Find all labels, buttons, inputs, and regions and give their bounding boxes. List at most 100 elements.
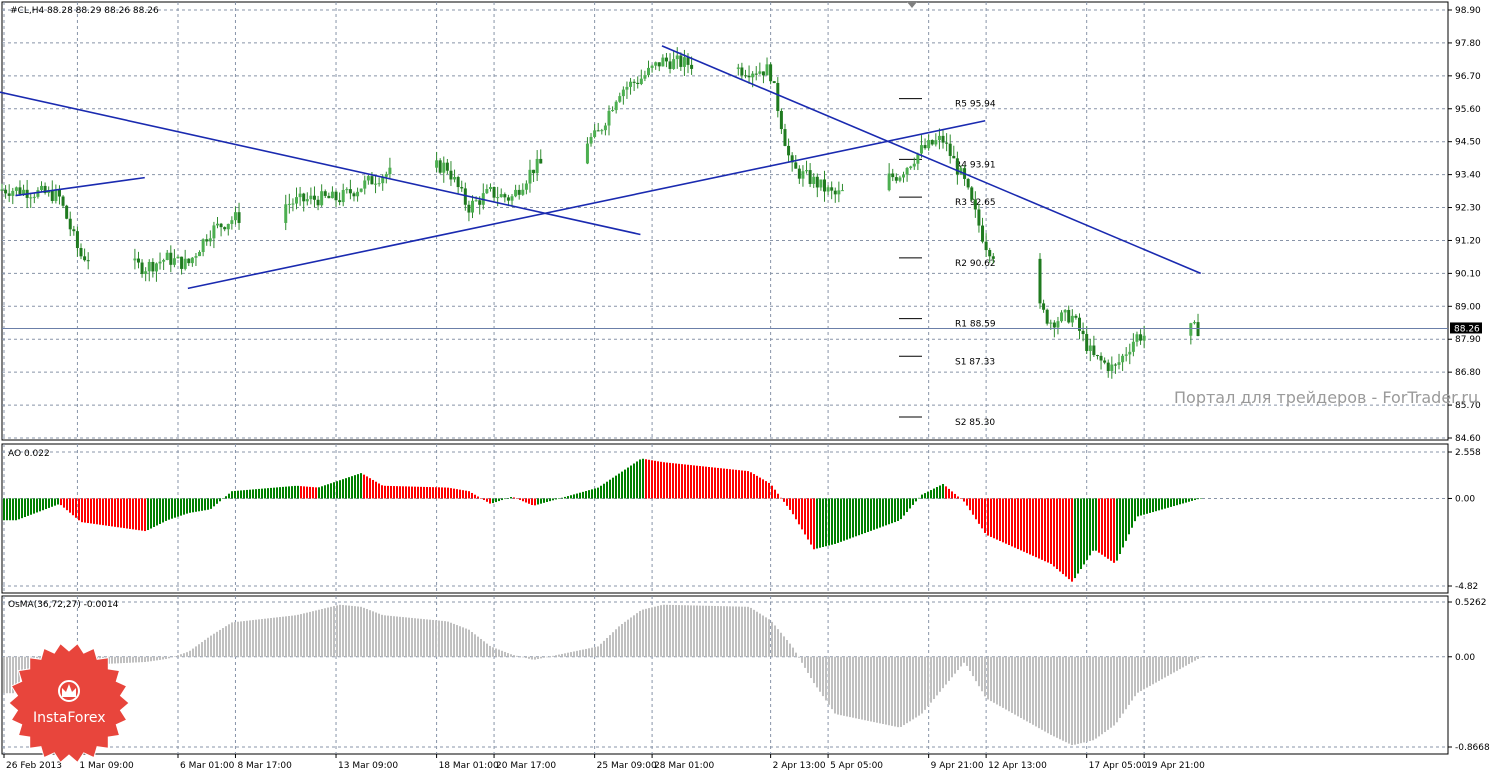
candle-body xyxy=(758,71,762,74)
ao-bar xyxy=(672,463,674,499)
osma-title: OsMA(36,72,27) -0.0014 xyxy=(8,600,119,610)
candle-body xyxy=(1121,355,1125,363)
candle-body xyxy=(769,64,773,82)
osma-bar xyxy=(477,636,479,657)
ao-bar xyxy=(78,498,80,521)
candle-body xyxy=(198,252,202,257)
ao-bar xyxy=(933,488,935,499)
osma-bar xyxy=(714,605,716,657)
osma-bar xyxy=(489,645,491,657)
osma-bar xyxy=(708,605,710,657)
ao-bar xyxy=(372,479,374,499)
ao-bar xyxy=(135,498,137,530)
ao-bar xyxy=(621,471,623,499)
candle-body xyxy=(1192,322,1196,324)
ao-bar xyxy=(324,485,326,499)
osma-bar xyxy=(1122,656,1124,714)
ao-bar xyxy=(156,498,158,526)
candle-body xyxy=(136,258,140,263)
ao-bar xyxy=(849,498,851,539)
candle-body xyxy=(679,55,683,67)
osma-bar xyxy=(1074,656,1076,745)
osma-bar xyxy=(669,604,671,657)
osma-bar xyxy=(312,611,314,657)
osma-bar xyxy=(1002,656,1004,708)
ao-bar xyxy=(957,496,959,499)
ao-bar xyxy=(96,498,98,525)
candle-body xyxy=(682,57,686,67)
candle-body xyxy=(503,194,507,198)
osma-bar xyxy=(900,656,902,727)
ao-bar xyxy=(600,485,602,499)
candle-body xyxy=(930,140,934,145)
osma-bar xyxy=(537,656,539,659)
ao-bar xyxy=(717,467,719,499)
osma-bar xyxy=(219,629,221,657)
osma-bar xyxy=(1152,656,1154,685)
ao-bar xyxy=(213,498,215,507)
candle-body xyxy=(754,73,758,75)
candle-body xyxy=(144,271,148,275)
candle-body xyxy=(991,256,995,259)
ao-bar xyxy=(57,498,59,505)
ao-bar xyxy=(924,493,926,499)
ao-bar xyxy=(18,498,20,520)
osma-bar xyxy=(744,606,746,657)
osma-bar xyxy=(855,656,857,719)
ao-bar xyxy=(765,481,767,499)
ao-bar xyxy=(963,498,965,502)
ao-bar xyxy=(462,490,464,499)
candle-body xyxy=(1042,303,1046,310)
ao-bar xyxy=(375,481,377,499)
ao-bar xyxy=(249,489,251,499)
ao-bar xyxy=(366,476,368,499)
ao-bar xyxy=(357,474,359,499)
ao-bar xyxy=(438,487,440,499)
ao-bar xyxy=(663,462,665,499)
ao-bar xyxy=(1170,498,1172,507)
osma-tick-label: 0.5262 xyxy=(1455,598,1487,608)
osma-bar xyxy=(771,621,773,657)
osma-bar xyxy=(159,656,161,660)
price-tick-label: 91.20 xyxy=(1455,236,1481,246)
osma-bar xyxy=(513,655,515,657)
ao-bar xyxy=(351,476,353,499)
osma-bar xyxy=(126,656,128,663)
osma-bar xyxy=(564,653,566,657)
ao-bar xyxy=(879,498,881,528)
osma-bar xyxy=(1005,656,1007,710)
ao-bar xyxy=(207,498,209,510)
ao-bar xyxy=(753,474,755,499)
candle-body xyxy=(812,176,816,184)
ao-bar xyxy=(804,498,806,535)
osma-bar xyxy=(897,656,899,728)
candle-body xyxy=(133,258,137,261)
candle-body xyxy=(639,78,643,84)
osma-bar xyxy=(447,621,449,657)
osma-bar xyxy=(852,656,854,718)
ao-bar xyxy=(477,496,479,499)
ao-bar xyxy=(534,498,536,506)
osma-bar xyxy=(156,656,158,661)
osma-bar xyxy=(462,627,464,657)
osma-bar xyxy=(378,613,380,657)
candle-body xyxy=(29,197,33,199)
osma-bar xyxy=(264,618,266,657)
candle-body xyxy=(190,257,194,264)
candle-body xyxy=(912,163,916,167)
candle-body xyxy=(589,136,593,144)
candle-body xyxy=(661,57,665,67)
ao-bar xyxy=(231,491,233,499)
osma-bar xyxy=(954,656,956,674)
ao-bar xyxy=(162,498,164,523)
osma-bar xyxy=(972,656,974,677)
ao-bar xyxy=(888,498,890,525)
osma-bar xyxy=(1164,656,1166,678)
candle-body xyxy=(603,125,607,131)
candle-body xyxy=(180,256,184,269)
osma-bar xyxy=(249,620,251,657)
ao-bar xyxy=(81,498,83,523)
osma-bar xyxy=(633,615,635,657)
osma-bar xyxy=(1071,656,1073,746)
ao-bar xyxy=(255,489,257,499)
